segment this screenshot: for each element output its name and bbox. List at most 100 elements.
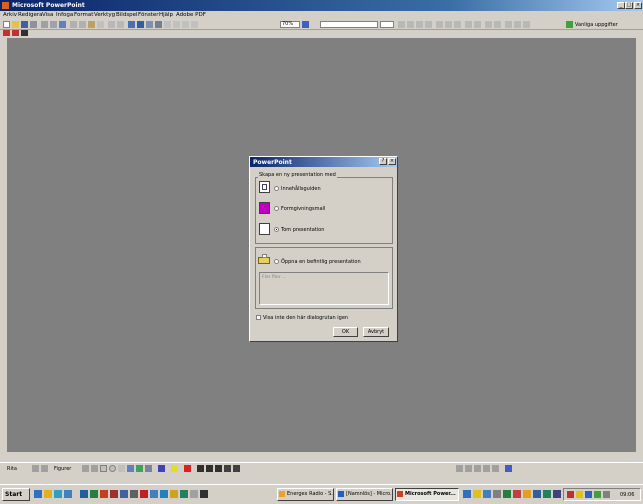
copy-icon[interactable] — [79, 21, 86, 28]
insert-chart-icon[interactable] — [155, 21, 162, 28]
line-style-icon[interactable] — [197, 465, 204, 472]
free-rotate-icon[interactable] — [41, 465, 48, 472]
quicklaunch-access-icon[interactable] — [110, 490, 118, 498]
demote-icon[interactable] — [514, 21, 521, 28]
tables-borders-icon[interactable] — [137, 21, 144, 28]
promote-icon[interactable] — [505, 21, 512, 28]
view-normal-icon[interactable] — [456, 465, 463, 472]
insert-table-icon[interactable] — [146, 21, 153, 28]
task-word-document[interactable]: [Namnlös] - Micro... — [336, 488, 393, 501]
cut-icon[interactable] — [70, 21, 77, 28]
tray-app10-icon[interactable] — [553, 490, 561, 498]
quicklaunch-desktop-icon[interactable] — [54, 490, 62, 498]
email-icon[interactable] — [30, 21, 37, 28]
paste-icon[interactable] — [88, 21, 95, 28]
tray-app3-icon[interactable] — [483, 490, 491, 498]
content-wizard-label[interactable]: Innehållsguiden — [281, 186, 321, 192]
blank-presentation-radio[interactable] — [274, 227, 279, 232]
decrease-font-icon[interactable] — [494, 21, 501, 28]
tray-app2-icon[interactable] — [473, 490, 481, 498]
oval-icon[interactable] — [109, 465, 116, 472]
font-color-icon[interactable] — [184, 465, 191, 472]
tray-icon-1[interactable] — [567, 491, 574, 498]
quicklaunch-word-icon[interactable] — [80, 490, 88, 498]
close-button[interactable]: × — [634, 2, 642, 9]
align-left-icon[interactable] — [436, 21, 443, 28]
format-painter-icon[interactable] — [97, 21, 104, 28]
preview-icon[interactable] — [50, 21, 57, 28]
menu-visa[interactable]: Visa — [42, 12, 53, 18]
view-sorter-icon[interactable] — [483, 465, 490, 472]
menu-verktyg[interactable]: Verktyg — [94, 12, 115, 18]
maximize-button[interactable]: □ — [625, 2, 633, 9]
animation-effects-icon[interactable] — [523, 21, 530, 28]
ok-button[interactable]: OK — [333, 327, 358, 337]
tray-app6-icon[interactable] — [513, 490, 521, 498]
shadow-icon[interactable] — [425, 21, 432, 28]
dialog-close-button[interactable]: × — [388, 158, 396, 165]
open-existing-label[interactable]: Öppna en befintlig presentation — [281, 259, 361, 265]
align-right-icon[interactable] — [454, 21, 461, 28]
line-icon[interactable] — [82, 465, 89, 472]
bullets-icon[interactable] — [474, 21, 481, 28]
menu-hjalp[interactable]: Hjälp — [159, 12, 173, 18]
menu-format[interactable]: Format — [74, 12, 93, 18]
hyperlink-icon[interactable] — [128, 21, 135, 28]
quicklaunch-app7-icon[interactable] — [180, 490, 188, 498]
shadow-style-icon[interactable] — [224, 465, 231, 472]
quicklaunch-app3-icon[interactable] — [140, 490, 148, 498]
view-show-icon[interactable] — [492, 465, 499, 472]
tray-icon-4[interactable] — [594, 491, 601, 498]
task-powerpoint[interactable]: Microsoft Power... — [395, 488, 459, 501]
quicklaunch-powerpoint-icon[interactable] — [100, 490, 108, 498]
menu-infoga[interactable]: Infoga — [56, 12, 73, 18]
rectangle-icon[interactable] — [100, 465, 107, 472]
view-outline-icon[interactable] — [465, 465, 472, 472]
redo-icon[interactable] — [117, 21, 124, 28]
tray-app9-icon[interactable] — [543, 490, 551, 498]
open-existing-radio[interactable] — [274, 259, 279, 264]
cancel-button[interactable]: Avbryt — [363, 327, 389, 337]
dont-show-checkbox[interactable] — [256, 315, 261, 320]
menu-redigera[interactable]: Redigera — [18, 12, 42, 18]
record-icon[interactable] — [3, 30, 10, 36]
quicklaunch-excel-icon[interactable] — [90, 490, 98, 498]
dont-show-label[interactable]: Visa inte den här dialogrutan igen — [263, 315, 348, 321]
quicklaunch-app5-icon[interactable] — [160, 490, 168, 498]
autoshapes-menu[interactable]: Figurer — [54, 466, 71, 472]
quicklaunch-app-icon[interactable] — [120, 490, 128, 498]
clipart-icon[interactable] — [136, 465, 143, 472]
close-toolbar-icon[interactable] — [21, 30, 28, 36]
picture-icon[interactable] — [145, 465, 152, 472]
save-icon[interactable] — [21, 21, 28, 28]
arrow-style-icon[interactable] — [215, 465, 222, 472]
blank-presentation-label[interactable]: Tom presentation — [281, 227, 324, 233]
speaker-icon[interactable] — [603, 491, 610, 498]
tasks-icon[interactable] — [566, 21, 573, 28]
menu-adobe-pdf[interactable]: Adobe PDF — [176, 12, 206, 18]
quicklaunch-outlook-icon[interactable] — [44, 490, 52, 498]
quicklaunch-app6-icon[interactable] — [170, 490, 178, 498]
dialog-help-button[interactable]: ? — [379, 158, 387, 165]
dash-style-icon[interactable] — [206, 465, 213, 472]
content-wizard-radio[interactable] — [274, 186, 279, 191]
quicklaunch-app4-icon[interactable] — [150, 490, 158, 498]
quicklaunch-media-icon[interactable] — [64, 490, 72, 498]
italic-icon[interactable] — [407, 21, 414, 28]
clock[interactable]: 09:06 — [620, 492, 634, 498]
select-objects-icon[interactable] — [32, 465, 39, 472]
open-icon[interactable] — [12, 21, 19, 28]
zoom-select[interactable]: 70% — [280, 21, 300, 28]
arrow-icon[interactable] — [91, 465, 98, 472]
numbering-icon[interactable] — [465, 21, 472, 28]
quicklaunch-app2-icon[interactable] — [130, 490, 138, 498]
draw-menu[interactable]: Rita — [7, 466, 17, 472]
recent-files-list[interactable]: Fler filer ... — [259, 272, 389, 305]
menu-arkiv[interactable]: Arkiv — [3, 12, 17, 18]
tasks-label[interactable]: Vanliga uppgifter — [575, 22, 618, 28]
increase-font-icon[interactable] — [485, 21, 492, 28]
menu-fonster[interactable]: Fönster — [138, 12, 159, 18]
grayscale-icon[interactable] — [191, 21, 198, 28]
new-slide-icon[interactable] — [164, 21, 171, 28]
undo-icon[interactable] — [108, 21, 115, 28]
